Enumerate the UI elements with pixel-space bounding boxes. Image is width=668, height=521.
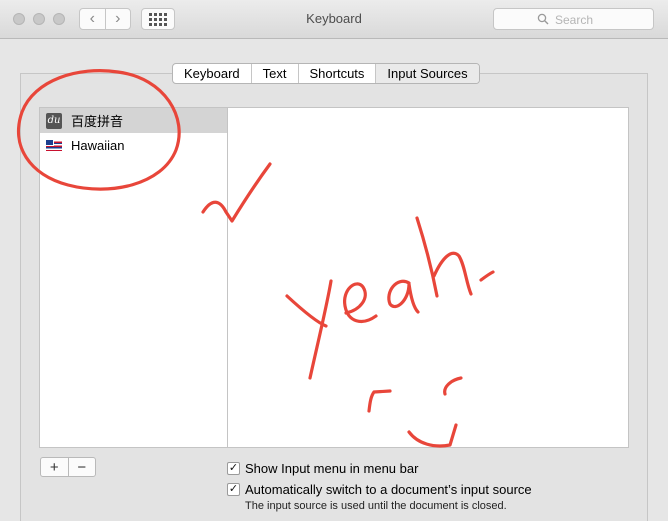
list-item-baidu-pinyin[interactable]: du 百度拼音 bbox=[40, 108, 227, 133]
show-input-menu-label: Show Input menu in menu bar bbox=[245, 461, 419, 476]
tab-keyboard[interactable]: Keyboard bbox=[173, 64, 251, 83]
tab-bar: Keyboard Text Shortcuts Input Sources bbox=[172, 63, 480, 84]
tab-input-sources[interactable]: Input Sources bbox=[375, 64, 479, 83]
auto-switch-note: The input source is used until the docum… bbox=[245, 500, 507, 512]
list-item-hawaiian[interactable]: Hawaiian bbox=[40, 133, 227, 158]
list-add-remove-controls: + − bbox=[40, 457, 96, 477]
input-source-label: 百度拼音 bbox=[71, 114, 124, 129]
search-field[interactable]: Search bbox=[493, 8, 654, 30]
baidu-du-icon: du bbox=[46, 112, 62, 129]
tab-text[interactable]: Text bbox=[250, 64, 298, 83]
input-source-label: Hawaiian bbox=[71, 138, 125, 153]
show-input-menu-option[interactable]: ✓ Show Input menu in menu bar bbox=[227, 461, 418, 476]
hawaiian-flag-icon bbox=[46, 140, 62, 151]
input-sources-list[interactable]: du 百度拼音 Hawaiian bbox=[39, 107, 228, 448]
tab-shortcuts[interactable]: Shortcuts bbox=[297, 64, 376, 83]
search-icon bbox=[537, 13, 549, 25]
show-input-menu-checkbox[interactable]: ✓ bbox=[227, 462, 240, 475]
add-input-source-button[interactable]: + bbox=[41, 458, 68, 476]
remove-input-source-button[interactable]: − bbox=[67, 458, 96, 476]
window-toolbar: ‹ › Keyboard Search bbox=[0, 0, 668, 39]
input-source-detail-pane bbox=[227, 107, 629, 448]
auto-switch-option[interactable]: ✓ Automatically switch to a document’s i… bbox=[227, 482, 532, 497]
auto-switch-label: Automatically switch to a document’s inp… bbox=[245, 482, 532, 497]
auto-switch-checkbox[interactable]: ✓ bbox=[227, 483, 240, 496]
search-placeholder: Search bbox=[555, 13, 594, 27]
